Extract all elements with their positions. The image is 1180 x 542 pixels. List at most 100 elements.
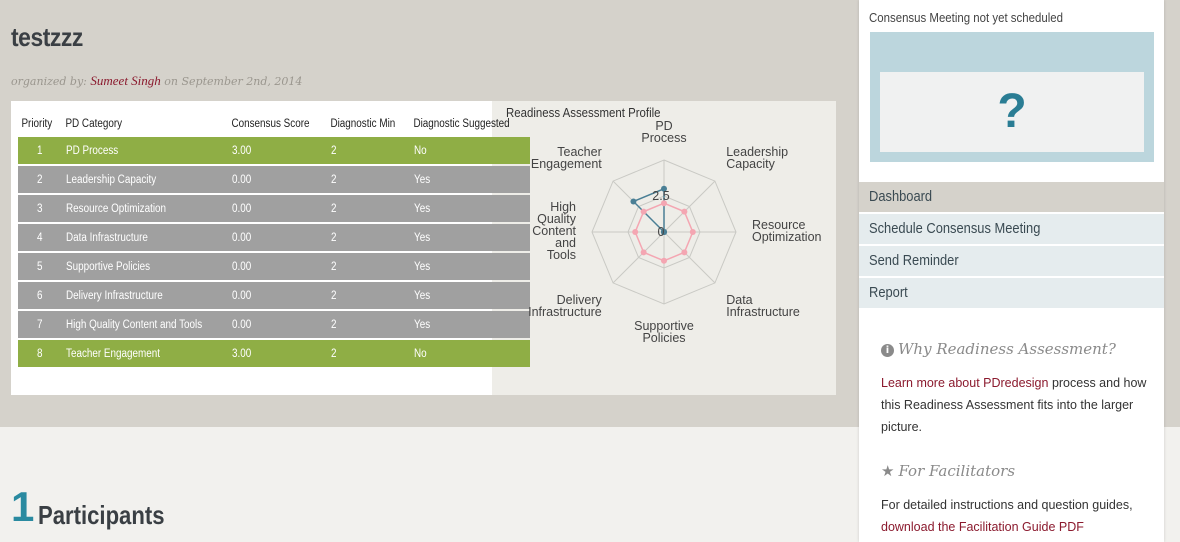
col-category: PD Category <box>65 118 122 130</box>
cell-priority: 3 <box>18 195 62 222</box>
table-row: 8 Teacher Engagement 3.00 2 No <box>18 340 531 367</box>
radar-axis-label: High Quality Content and Tools <box>532 200 577 262</box>
organized-date: on September 2nd, 2014 <box>164 75 303 88</box>
col-priority: Priority <box>21 118 53 130</box>
assessment-panel: Priority PD Category Consensus Score Dia… <box>11 101 836 395</box>
page-title: testzzz <box>11 22 83 52</box>
table-row: 2 Leadership Capacity 0.00 2 Yes <box>18 166 531 193</box>
cell-category: High Quality Content and Tools <box>61 311 229 338</box>
cell-priority: 6 <box>18 282 62 309</box>
facilitators-title: For Facilitators <box>898 462 1016 480</box>
cell-min: 2 <box>326 195 411 222</box>
cell-score: 0.00 <box>228 195 327 222</box>
organized-by: organized by: Sumeet Singh on September … <box>11 73 302 89</box>
why-section: i Why Readiness Assessment? Learn more ab… <box>881 340 1151 438</box>
radar-chart: 0 2.5 PD Process Leadership Capacity Resource O… <box>528 119 822 345</box>
radar-axis-label: Teacher Engagement <box>531 145 602 171</box>
cell-score: 0.00 <box>228 311 327 338</box>
cell-score: 0.00 <box>228 282 327 309</box>
radar-axis-label: Supportive Policies <box>634 319 694 345</box>
cell-category: Data Infrastructure <box>61 224 229 251</box>
cell-priority: 7 <box>18 311 62 338</box>
cell-min: 2 <box>326 311 411 338</box>
priority-table: Priority PD Category Consensus Score Dia… <box>18 111 531 369</box>
cell-category: Leadership Capacity <box>61 166 229 193</box>
participants-heading: 1 Participants <box>11 483 187 531</box>
table-row: 4 Data Infrastructure 0.00 2 Yes <box>18 224 531 251</box>
organized-prefix: organized by: <box>11 75 87 88</box>
col-min: Diagnostic Min <box>330 118 396 130</box>
participants-label: Participants <box>38 500 165 530</box>
radar-axis-label: Leadership Capacity <box>726 145 788 171</box>
cell-category: Delivery Infrastructure <box>61 282 229 309</box>
cell-priority: 8 <box>18 340 62 367</box>
cell-category: PD Process <box>61 137 229 164</box>
radar-point <box>640 208 647 215</box>
radar-point <box>632 229 639 235</box>
cell-min: 2 <box>326 340 411 367</box>
cell-priority: 2 <box>18 166 62 193</box>
why-text: Learn more about PDredesign process and … <box>881 372 1151 438</box>
facilitation-guide-link[interactable]: download the Facilitation Guide PDF <box>881 520 1084 534</box>
nav-dashboard-label: Dashboard <box>869 188 933 205</box>
radar-point <box>681 208 688 215</box>
cell-min: 2 <box>326 137 411 164</box>
cell-score: 0.00 <box>228 224 327 251</box>
nav-dashboard[interactable]: Dashboard <box>859 182 1164 212</box>
radar-point <box>661 257 667 264</box>
facilitators-body: For detailed instructions and question g… <box>881 498 1133 512</box>
table-header-row: Priority PD Category Consensus Score Dia… <box>18 113 530 135</box>
cell-min: 2 <box>326 253 411 280</box>
cell-category: Teacher Engagement <box>61 340 229 367</box>
table-row: 5 Supportive Policies 0.00 2 Yes <box>18 253 531 280</box>
radar-point <box>630 198 637 205</box>
cell-category: Resource Optimization <box>61 195 229 222</box>
sidebar: Consensus Meeting not yet scheduled ? Da… <box>859 0 1164 542</box>
nav-reminder-label: Send Reminder <box>869 252 959 269</box>
consensus-placeholder: ? <box>870 32 1154 162</box>
participants-count: 1 <box>11 483 35 530</box>
radar-point <box>640 249 647 256</box>
nav-send-reminder[interactable]: Send Reminder <box>859 246 1164 276</box>
organizer-link[interactable]: Sumeet Singh <box>90 73 160 88</box>
consensus-status: Consensus Meeting not yet scheduled <box>869 10 1063 25</box>
pdredesign-link[interactable]: Learn more about PDredesign <box>881 376 1048 390</box>
table-row: 7 High Quality Content and Tools 0.00 2 Yes <box>18 311 531 338</box>
cell-category: Supportive Policies <box>61 253 229 280</box>
why-heading: i Why Readiness Assessment? <box>881 340 1151 358</box>
cell-min: 2 <box>326 224 411 251</box>
nav-schedule-consensus-meeting[interactable]: Schedule Consensus Meeting <box>859 214 1164 244</box>
radar-axis-label: PD Process <box>641 119 686 145</box>
radar-scale-label: 0 <box>658 225 665 239</box>
cell-min: 2 <box>326 282 411 309</box>
cell-score: 0.00 <box>228 166 327 193</box>
why-title: Why Readiness Assessment? <box>898 340 1116 358</box>
star-icon: ★ <box>881 462 895 480</box>
nav-schedule-label: Schedule Consensus Meeting <box>869 220 1041 237</box>
cell-min: 2 <box>326 166 411 193</box>
cell-priority: 5 <box>18 253 62 280</box>
nav-report-label: Report <box>869 284 908 301</box>
sidebar-nav: Dashboard Schedule Consensus Meeting Sen… <box>859 182 1164 310</box>
radar-chart-area: Readiness Assessment Profile 0 2.5 PD Proce… <box>492 101 836 395</box>
cell-score: 3.00 <box>228 340 327 367</box>
table-row: 6 Delivery Infrastructure 0.00 2 Yes <box>18 282 531 309</box>
radar-point <box>689 229 696 235</box>
radar-axis-label: Resource Optimization <box>752 218 822 244</box>
cell-score: 0.00 <box>228 253 327 280</box>
cell-priority: 4 <box>18 224 62 251</box>
radar-point <box>681 249 688 256</box>
question-mark-icon: ? <box>997 85 1027 138</box>
cell-score: 3.00 <box>228 137 327 164</box>
nav-report[interactable]: Report <box>859 278 1164 308</box>
priority-table-wrap: Priority PD Category Consensus Score Dia… <box>11 101 531 395</box>
placeholder-inner: ? <box>880 72 1144 152</box>
facilitators-heading: ★ For Facilitators <box>881 462 1151 480</box>
facilitators-text: For detailed instructions and question g… <box>881 494 1151 538</box>
cell-priority: 1 <box>18 137 62 164</box>
radar-axis-label: Delivery Infrastructure <box>528 293 602 319</box>
col-score: Consensus Score <box>231 118 310 130</box>
radar-scale-label: 2.5 <box>652 189 669 203</box>
info-icon: i <box>881 344 894 357</box>
table-row: 3 Resource Optimization 0.00 2 Yes <box>18 195 531 222</box>
